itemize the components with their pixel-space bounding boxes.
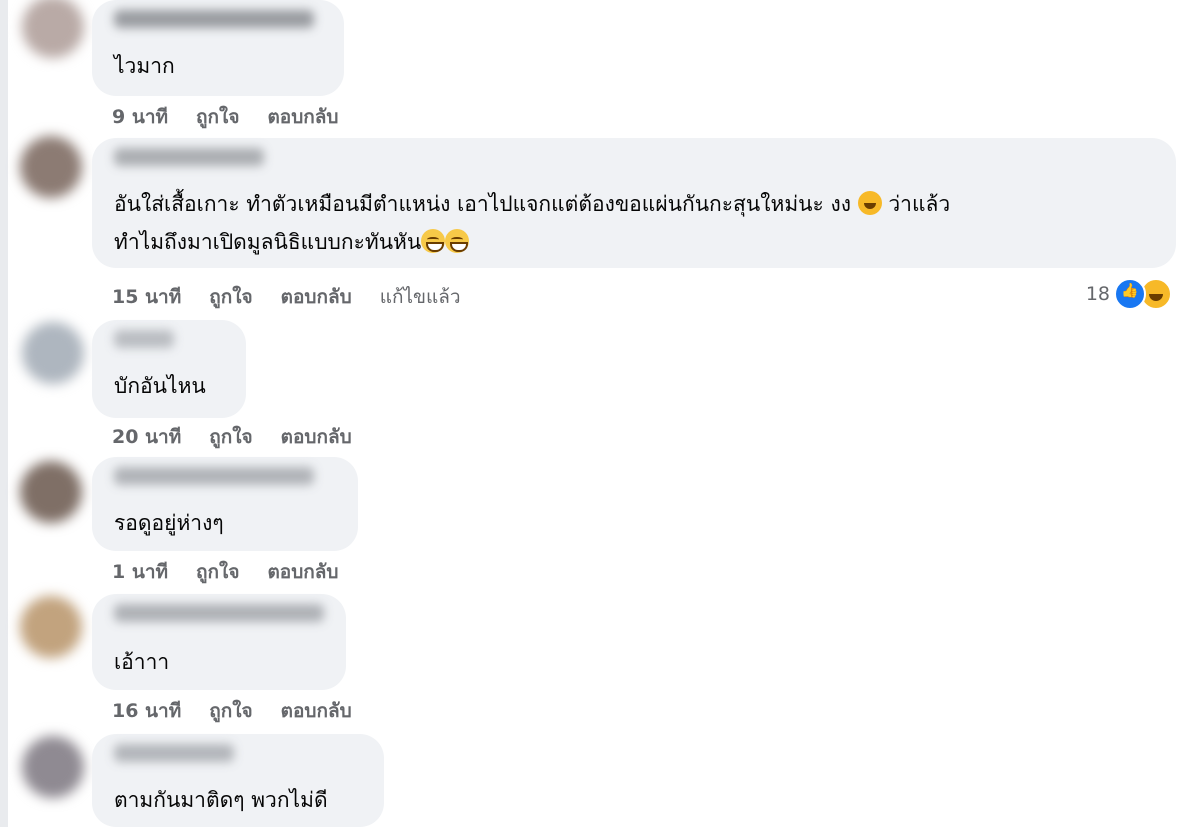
avatar[interactable] (22, 322, 84, 384)
reply-link[interactable]: ตอบกลับ (281, 282, 352, 312)
author-name-blurred[interactable] (114, 10, 314, 28)
avatar[interactable] (20, 461, 82, 523)
edited-label: แก้ไขแล้ว (379, 286, 461, 308)
timestamp[interactable]: 20 นาที (112, 422, 181, 452)
avatar[interactable] (20, 596, 82, 658)
reply-link[interactable]: ตอบกลับ (281, 422, 352, 452)
comment-2: อันใส่เสื้อเกาะ ทำตัวเหมือนมีตำแหน่ง เอา… (0, 130, 1200, 320)
reply-link[interactable]: ตอบกลับ (267, 102, 338, 132)
like-reaction-icon (1114, 278, 1146, 310)
author-name-blurred[interactable] (114, 330, 174, 348)
avatar[interactable] (20, 136, 82, 198)
comment-1: ไวมาก 9 นาที ถูกใจ ตอบกลับ (0, 0, 1200, 130)
comment-actions: 20 นาที ถูกใจ ตอบกลับ (112, 422, 352, 452)
avatar[interactable] (22, 0, 84, 58)
like-link[interactable]: ถูกใจ (196, 102, 239, 132)
comment-actions: 1 นาที ถูกใจ ตอบกลับ (112, 557, 338, 587)
author-name-blurred[interactable] (114, 467, 314, 485)
like-link[interactable]: ถูกใจ (209, 422, 252, 452)
comment-text: อันใส่เสื้อเกาะ ทำตัวเหมือนมีตำแหน่ง เอา… (114, 192, 851, 216)
reply-link[interactable]: ตอบกลับ (281, 696, 352, 726)
comment-text-line-1: อันใส่เสื้อเกาะ ทำตัวเหมือนมีตำแหน่ง เอา… (114, 186, 950, 222)
comment-bubble: บักอันไหน (92, 320, 246, 418)
grinning-sweat-icon (421, 229, 446, 253)
like-link[interactable]: ถูกใจ (209, 282, 252, 312)
comment-text: ว่าแล้ว (888, 192, 951, 216)
comment-actions: 15 นาที ถูกใจ ตอบกลับ แก้ไขแล้ว (112, 282, 461, 312)
comment-bubble: เอ้าาา (92, 594, 346, 690)
comment-text: บักอันไหน (114, 374, 206, 398)
comment-actions: 9 นาที ถูกใจ ตอบกลับ (112, 102, 338, 132)
reaction-count: 18 (1085, 283, 1110, 305)
comment-bubble: รอดูอยู่ห่างๆ (92, 457, 358, 551)
reply-link[interactable]: ตอบกลับ (267, 557, 338, 587)
avatar[interactable] (22, 736, 84, 798)
author-name-blurred[interactable] (114, 604, 324, 622)
like-link[interactable]: ถูกใจ (209, 696, 252, 726)
comment-bubble: อันใส่เสื้อเกาะ ทำตัวเหมือนมีตำแหน่ง เอา… (92, 138, 1176, 268)
comment-actions: 16 นาที ถูกใจ ตอบกลับ (112, 696, 352, 726)
comment-text: ไวมาก (114, 54, 175, 78)
comment-text-line-2: ทำไมถึงมาเปิดมูลนิธิแบบกะทันหัน (114, 224, 470, 260)
author-name-blurred[interactable] (114, 744, 234, 762)
timestamp[interactable]: 9 นาที (112, 102, 168, 132)
comment-3: บักอันไหน 20 นาที ถูกใจ ตอบกลับ (0, 320, 1200, 455)
timestamp[interactable]: 1 นาที (112, 557, 168, 587)
like-link[interactable]: ถูกใจ (196, 557, 239, 587)
comment-text: ทำไมถึงมาเปิดมูลนิธิแบบกะทันหัน (114, 230, 422, 254)
reaction-summary[interactable]: 18 (1086, 278, 1172, 310)
comment-text: ตามกันมาติดๆ พวกไม่ดี (114, 788, 328, 812)
comment-4: รอดูอยู่ห่างๆ 1 นาที ถูกใจ ตอบกลับ (0, 455, 1200, 590)
timestamp[interactable]: 15 นาที (112, 282, 181, 312)
comment-bubble: ตามกันมาติดๆ พวกไม่ดี (92, 734, 384, 827)
author-name-blurred[interactable] (114, 148, 264, 166)
comment-bubble: ไวมาก (92, 0, 344, 96)
comment-6: ตามกันมาติดๆ พวกไม่ดี (0, 730, 1200, 827)
comment-text: รอดูอยู่ห่างๆ (114, 511, 224, 535)
rolling-on-floor-laughing-icon (857, 191, 882, 215)
comment-text: เอ้าาา (114, 650, 170, 674)
comment-5: เอ้าาา 16 นาที ถูกใจ ตอบกลับ (0, 590, 1200, 730)
grinning-sweat-icon (445, 229, 470, 253)
timestamp[interactable]: 16 นาที (112, 696, 181, 726)
